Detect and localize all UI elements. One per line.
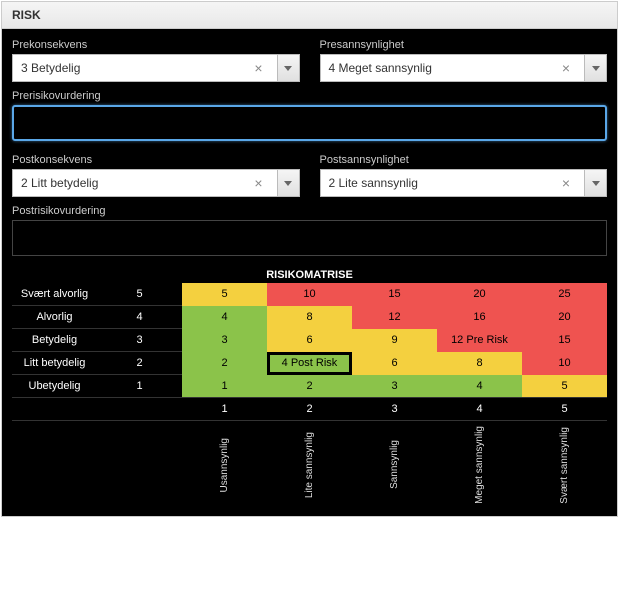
chevron-down-icon <box>284 181 292 186</box>
matrix-col-label: Meget sannsynlig <box>437 421 522 512</box>
clear-icon[interactable]: × <box>248 60 268 76</box>
post-probability-dropdown-button[interactable] <box>585 169 607 197</box>
matrix-cell: 15 <box>352 283 437 306</box>
post-probability-label: Postsannsynlighet <box>320 154 608 166</box>
panel-body: Prekonsekvens 3 Betydelig × Presannsynli… <box>2 29 617 516</box>
matrix-cell: 6 <box>352 352 437 375</box>
matrix-col-num: 2 <box>267 398 352 421</box>
pre-consequence-label: Prekonsekvens <box>12 39 300 51</box>
post-probability-select[interactable]: 2 Lite sannsynlig × <box>320 169 586 197</box>
post-consequence-value: 2 Litt betydelig <box>21 176 98 190</box>
matrix-cell: 3 <box>352 375 437 398</box>
pre-probability-label: Presannsynlighet <box>320 39 608 51</box>
pre-probability-value: 4 Meget sannsynlig <box>329 61 432 75</box>
matrix-cell: 12 Pre Risk <box>437 329 522 352</box>
matrix-cell: 10 <box>267 283 352 306</box>
matrix-cell: 12 <box>352 306 437 329</box>
matrix-row-label: Alvorlig <box>12 306 97 329</box>
chevron-down-icon <box>284 66 292 71</box>
matrix-title: RISIKOMATRISE <box>12 269 607 281</box>
matrix-cell: 9 <box>352 329 437 352</box>
matrix-cell: 2 <box>267 375 352 398</box>
matrix-row-num: 1 <box>97 375 182 398</box>
matrix-col-label: Sannsynlig <box>352 421 437 512</box>
matrix-cell: 10 <box>522 352 607 375</box>
matrix-row-num: 3 <box>97 329 182 352</box>
matrix-row-num: 2 <box>97 352 182 375</box>
matrix-cell: 2 <box>182 352 267 375</box>
chevron-down-icon <box>592 66 600 71</box>
matrix-row-label: Ubetydelig <box>12 375 97 398</box>
post-consequence-label: Postkonsekvens <box>12 154 300 166</box>
risk-panel: RISK Prekonsekvens 3 Betydelig × Presann… <box>1 1 618 517</box>
matrix-cell: 3 <box>182 329 267 352</box>
matrix-cell: 8 <box>437 352 522 375</box>
risk-matrix: Svært alvorlig5510152025Alvorlig44812162… <box>12 283 607 512</box>
post-probability-value: 2 Lite sannsynlig <box>329 176 418 190</box>
matrix-cell: 4 <box>182 306 267 329</box>
clear-icon[interactable]: × <box>556 60 576 76</box>
matrix-col-num: 3 <box>352 398 437 421</box>
matrix-row-label: Litt betydelig <box>12 352 97 375</box>
pre-consequence-value: 3 Betydelig <box>21 61 80 75</box>
clear-icon[interactable]: × <box>556 175 576 191</box>
clear-icon[interactable]: × <box>248 175 268 191</box>
matrix-row-label: Betydelig <box>12 329 97 352</box>
pre-probability-dropdown-button[interactable] <box>585 54 607 82</box>
matrix-col-num: 5 <box>522 398 607 421</box>
pre-probability-select[interactable]: 4 Meget sannsynlig × <box>320 54 586 82</box>
matrix-cell: 8 <box>267 306 352 329</box>
matrix-cell: 4 Post Risk <box>267 352 352 375</box>
pre-assessment-label: Prerisikovurdering <box>12 90 607 102</box>
post-consequence-dropdown-button[interactable] <box>278 169 300 197</box>
matrix-row-num: 5 <box>97 283 182 306</box>
pre-consequence-dropdown-button[interactable] <box>278 54 300 82</box>
post-assessment-input[interactable] <box>12 220 607 256</box>
pre-consequence-select[interactable]: 3 Betydelig × <box>12 54 278 82</box>
post-consequence-select[interactable]: 2 Litt betydelig × <box>12 169 278 197</box>
matrix-cell: 1 <box>182 375 267 398</box>
matrix-col-label: Usannsynlig <box>182 421 267 512</box>
matrix-cell: 6 <box>267 329 352 352</box>
post-assessment-label: Postrisikovurdering <box>12 205 607 217</box>
matrix-col-num: 4 <box>437 398 522 421</box>
matrix-col-label: Lite sannsynlig <box>267 421 352 512</box>
matrix-row-label: Svært alvorlig <box>12 283 97 306</box>
matrix-cell: 5 <box>522 375 607 398</box>
matrix-col-label: Svært sannsynlig <box>522 421 607 512</box>
panel-title: RISK <box>2 2 617 29</box>
matrix-cell: 16 <box>437 306 522 329</box>
pre-assessment-input[interactable] <box>12 105 607 141</box>
matrix-cell: 20 <box>437 283 522 306</box>
matrix-col-num: 1 <box>182 398 267 421</box>
matrix-cell: 20 <box>522 306 607 329</box>
chevron-down-icon <box>592 181 600 186</box>
matrix-cell: 25 <box>522 283 607 306</box>
matrix-row-num: 4 <box>97 306 182 329</box>
matrix-cell: 15 <box>522 329 607 352</box>
matrix-cell: 4 <box>437 375 522 398</box>
matrix-cell: 5 <box>182 283 267 306</box>
